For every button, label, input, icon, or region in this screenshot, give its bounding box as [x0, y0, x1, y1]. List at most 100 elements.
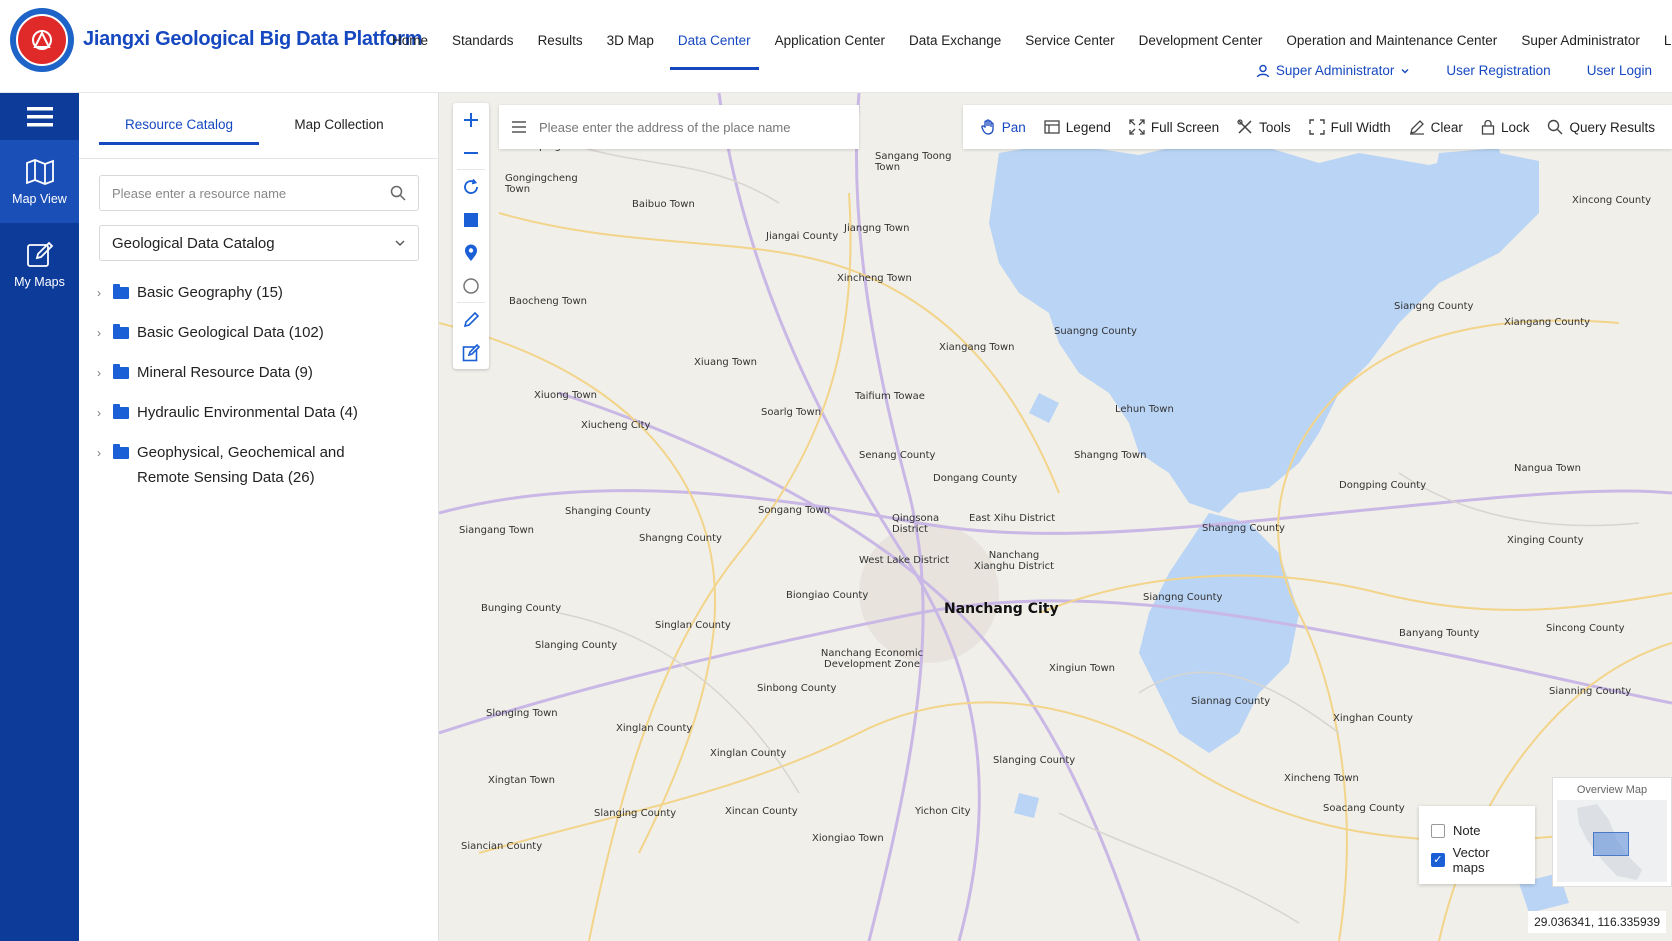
overview-viewport[interactable] [1593, 832, 1629, 856]
map-label: Xincheng Town [1284, 773, 1359, 784]
coordinate-readout: 29.036341, 116.335939 [1528, 911, 1666, 933]
tree-item-mineral-resource[interactable]: › Mineral Resource Data (9) [97, 353, 427, 393]
folder-icon [113, 404, 129, 419]
search-icon [1548, 119, 1563, 135]
map-canvas[interactable]: Gaoping Town Gongingcheng Town Baibuo To… [439, 93, 1672, 941]
nav-results[interactable]: Results [526, 0, 595, 70]
map-label: Qingsona District [892, 513, 940, 535]
nav-development-center[interactable]: Development Center [1127, 0, 1275, 70]
vector-checkbox[interactable]: ✓ [1431, 852, 1445, 867]
draw-circle-button[interactable] [453, 269, 489, 302]
overview-map[interactable]: Overview Map [1552, 777, 1672, 887]
lock-button[interactable]: Lock [1472, 119, 1539, 135]
pencil-icon [463, 311, 480, 327]
nav-logout[interactable]: Log Out [1652, 0, 1672, 70]
clear-button[interactable]: Clear [1400, 119, 1472, 135]
expand-icon [1129, 119, 1145, 135]
tab-map-collection[interactable]: Map Collection [259, 117, 419, 145]
map-label: Siangng County [1143, 592, 1223, 603]
nav-home[interactable]: Home [380, 0, 440, 70]
tree-item-basic-geography[interactable]: › Basic Geography (15) [97, 273, 427, 313]
full-width-button[interactable]: Full Width [1300, 119, 1400, 135]
list-icon[interactable] [511, 120, 527, 134]
map-label: Lehun Town [1115, 404, 1174, 415]
nav-super-admin[interactable]: Super Administrator [1509, 0, 1652, 70]
query-results-label: Query Results [1569, 119, 1655, 135]
folder-icon [113, 444, 129, 459]
map-label: Dongang County [933, 473, 1018, 484]
legend-button[interactable]: Legend [1035, 119, 1120, 135]
tree-item-label: Basic Geography (15) [137, 284, 283, 301]
user-login-link[interactable]: User Login [1587, 63, 1652, 78]
refresh-icon [464, 178, 478, 194]
draw-rectangle-button[interactable] [453, 203, 489, 236]
nav-application-center[interactable]: Application Center [763, 0, 897, 70]
lock-label: Lock [1500, 119, 1530, 135]
catalog-select[interactable]: Geological Data Catalog [99, 225, 419, 261]
search-icon[interactable] [390, 185, 406, 201]
query-results-button[interactable]: Query Results [1538, 119, 1664, 135]
tree-item-basic-geological[interactable]: › Basic Geological Data (102) [97, 313, 427, 353]
nav-service-center[interactable]: Service Center [1013, 0, 1126, 70]
tab-resource-catalog[interactable]: Resource Catalog [99, 117, 259, 145]
tree-item-hydraulic[interactable]: › Hydraulic Environmental Data (4) [97, 393, 427, 433]
overview-map-title: Overview Map [1576, 784, 1648, 796]
map-label: Xingiun Town [1049, 663, 1115, 674]
place-marker-button[interactable] [453, 236, 489, 269]
map-label: Shangng County [1202, 523, 1285, 534]
map-label: Shanging County [565, 506, 651, 517]
chevron-right-icon[interactable]: › [97, 443, 113, 463]
user-menu[interactable]: Super Administrator [1256, 63, 1411, 78]
map-label: Slanging County [535, 640, 618, 651]
rail-map-view[interactable]: Map View [0, 140, 79, 223]
user-registration-link[interactable]: User Registration [1446, 63, 1550, 78]
nav-data-exchange[interactable]: Data Exchange [897, 0, 1013, 70]
tree-item-geophysical[interactable]: › Geophysical, Geochemical and Remote Se… [97, 433, 427, 493]
map-label: Slanging County [594, 808, 677, 819]
catalog-tree: › Basic Geography (15) › Basic Geologica… [97, 273, 427, 493]
left-rail: Map View My Maps [0, 93, 79, 941]
top-header: Jiangxi Geological Big Data Platform Hom… [0, 0, 1672, 93]
draw-line-button[interactable] [453, 303, 489, 336]
map-label: Gongingcheng Town [505, 173, 578, 195]
map-tool-bar [453, 103, 489, 369]
tree-item-label: Hydraulic Environmental Data (4) [137, 404, 358, 421]
chevron-right-icon[interactable]: › [97, 283, 113, 303]
chevron-right-icon[interactable]: › [97, 403, 113, 423]
nav-standards[interactable]: Standards [440, 0, 526, 70]
chevron-right-icon[interactable]: › [97, 323, 113, 343]
rail-my-maps-label: My Maps [14, 274, 65, 289]
nav-data-center[interactable]: Data Center [666, 0, 763, 70]
menu-toggle[interactable] [0, 93, 79, 140]
map-label: East Xihu District [969, 513, 1056, 524]
note-checkbox[interactable] [1431, 823, 1445, 838]
chevron-right-icon[interactable]: › [97, 363, 113, 383]
map-label: Xiuong Town [534, 390, 597, 401]
map-label: Bunging County [481, 603, 562, 614]
layer-note[interactable]: Note [1431, 816, 1523, 845]
place-search-input[interactable] [539, 119, 847, 135]
zoom-out-button[interactable] [453, 136, 489, 169]
pan-button[interactable]: Pan [971, 119, 1035, 135]
map-label: Nanchang Economic Development Zone [820, 648, 924, 670]
map-label: Songang Town [758, 505, 831, 516]
nav-3d-map[interactable]: 3D Map [595, 0, 666, 70]
zoom-in-button[interactable] [453, 103, 489, 136]
map-label: Siangng County [1394, 301, 1474, 312]
map-toolbar: Pan Legend Full Screen Tools Full Width … [962, 105, 1672, 149]
layer-vector[interactable]: ✓ Vector maps [1431, 845, 1523, 875]
platform-logo[interactable] [10, 8, 74, 72]
overview-map-canvas[interactable] [1557, 800, 1667, 882]
full-screen-button[interactable]: Full Screen [1120, 119, 1228, 135]
resource-search-input[interactable] [112, 185, 390, 201]
rail-my-maps[interactable]: My Maps [0, 223, 79, 306]
place-search-box [499, 105, 859, 149]
circle-icon [463, 277, 479, 294]
nav-operation-center[interactable]: Operation and Maintenance Center [1274, 0, 1509, 70]
refresh-button[interactable] [453, 170, 489, 203]
tools-button[interactable]: Tools [1228, 119, 1300, 135]
resource-panel: Resource Catalog Map Collection Geologic… [79, 93, 439, 941]
edit-feature-button[interactable] [453, 336, 489, 369]
tools-icon [1237, 119, 1252, 134]
edit-icon [26, 241, 53, 267]
